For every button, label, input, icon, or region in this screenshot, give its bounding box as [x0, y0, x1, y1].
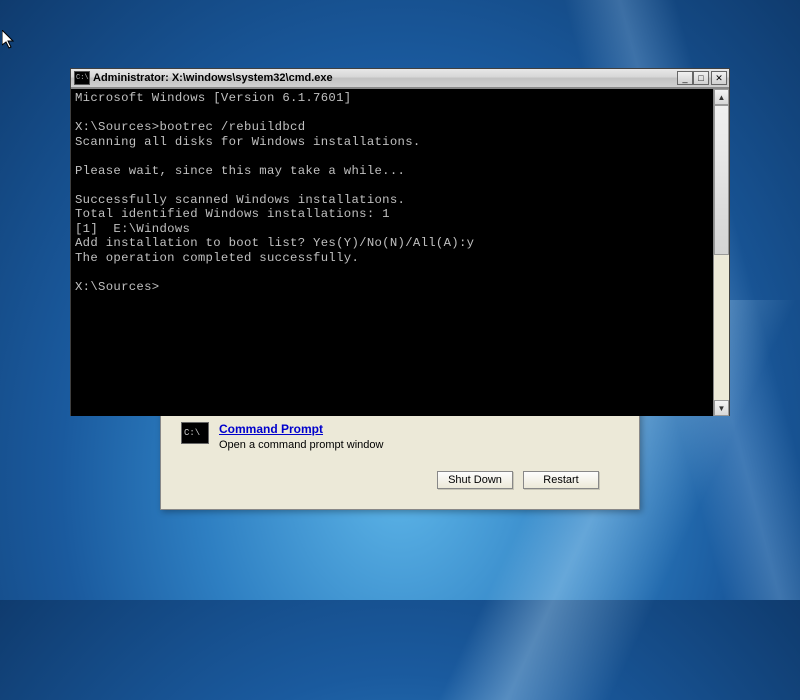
cmd-window-title: Administrator: X:\windows\system32\cmd.e… [93, 72, 333, 84]
command-prompt-link[interactable]: Command Prompt [219, 422, 619, 436]
close-button[interactable]: ✕ [711, 71, 727, 85]
cmd-title-icon: C:\ [74, 71, 90, 85]
scroll-down-button[interactable]: ▼ [714, 400, 729, 416]
icon-text: C:\ [184, 428, 200, 438]
command-prompt-window: C:\ Administrator: X:\windows\system32\c… [70, 68, 730, 416]
cmd-title-icon-text: C:\ [76, 74, 89, 82]
command-prompt-icon: C:\ [181, 422, 209, 444]
shutdown-button[interactable]: Shut Down [437, 471, 513, 489]
command-prompt-description: Open a command prompt window [219, 439, 619, 451]
cmd-titlebar[interactable]: C:\ Administrator: X:\windows\system32\c… [71, 69, 729, 88]
maximize-button[interactable]: □ [693, 71, 709, 85]
vertical-scrollbar[interactable]: ▲ ▼ [713, 89, 729, 416]
minimize-button[interactable]: _ [677, 71, 693, 85]
cmd-output[interactable]: Microsoft Windows [Version 6.1.7601] X:\… [71, 89, 729, 296]
cmd-body: Microsoft Windows [Version 6.1.7601] X:\… [71, 88, 729, 416]
recovery-body: C:\ Command Prompt Open a command prompt… [161, 414, 639, 497]
restart-button[interactable]: Restart [523, 471, 599, 489]
scroll-up-button[interactable]: ▲ [714, 89, 729, 105]
recovery-button-row: Shut Down Restart [181, 465, 619, 489]
tool-command-prompt: C:\ Command Prompt Open a command prompt… [181, 422, 619, 451]
scroll-thumb[interactable] [714, 105, 729, 255]
tool-text: Command Prompt Open a command prompt win… [219, 422, 619, 451]
cmd-title-buttons: _ □ ✕ [677, 71, 727, 85]
mouse-cursor-icon [2, 30, 16, 50]
